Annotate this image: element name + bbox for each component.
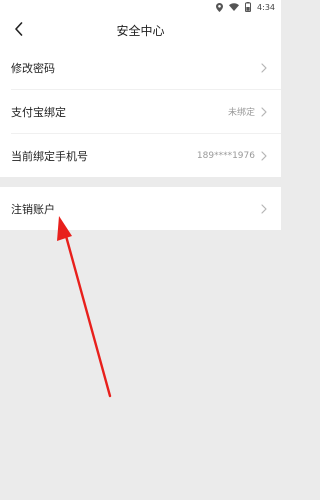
settings-row-label: 注销账户 xyxy=(11,202,55,216)
chevron-right-icon xyxy=(261,62,269,74)
settings-row-bound-phone[interactable]: 当前绑定手机号 189****1976 xyxy=(0,134,281,177)
settings-row-label: 修改密码 xyxy=(11,61,55,75)
back-button[interactable] xyxy=(10,21,26,40)
chevron-right-icon xyxy=(261,150,269,162)
chevron-right-icon xyxy=(261,106,269,118)
battery-icon xyxy=(245,2,252,12)
nav-header: 安全中心 xyxy=(0,14,281,46)
wifi-icon xyxy=(229,3,240,11)
settings-group-danger: 注销账户 xyxy=(0,187,281,230)
location-icon xyxy=(216,2,224,12)
status-time: 4:34 xyxy=(257,2,275,12)
settings-row-alipay-binding[interactable]: 支付宝绑定 未绑定 xyxy=(0,90,281,133)
annotation-arrow-shaft xyxy=(64,234,112,398)
settings-row-label: 当前绑定手机号 xyxy=(11,149,88,163)
settings-group-account: 修改密码 支付宝绑定 未绑定 当前绑定手机号 189****1976 xyxy=(0,46,281,177)
settings-row-value: 189****1976 xyxy=(196,150,255,161)
settings-row-change-password[interactable]: 修改密码 xyxy=(0,46,281,89)
settings-row-label: 支付宝绑定 xyxy=(11,105,66,119)
settings-row-delete-account[interactable]: 注销账户 xyxy=(0,187,281,230)
status-bar: 4:34 xyxy=(0,0,281,14)
chevron-left-icon xyxy=(14,21,23,40)
section-gap xyxy=(0,177,281,187)
page-title: 安全中心 xyxy=(116,23,165,38)
settings-row-value: 未绑定 xyxy=(227,108,255,118)
chevron-right-icon xyxy=(261,203,269,215)
